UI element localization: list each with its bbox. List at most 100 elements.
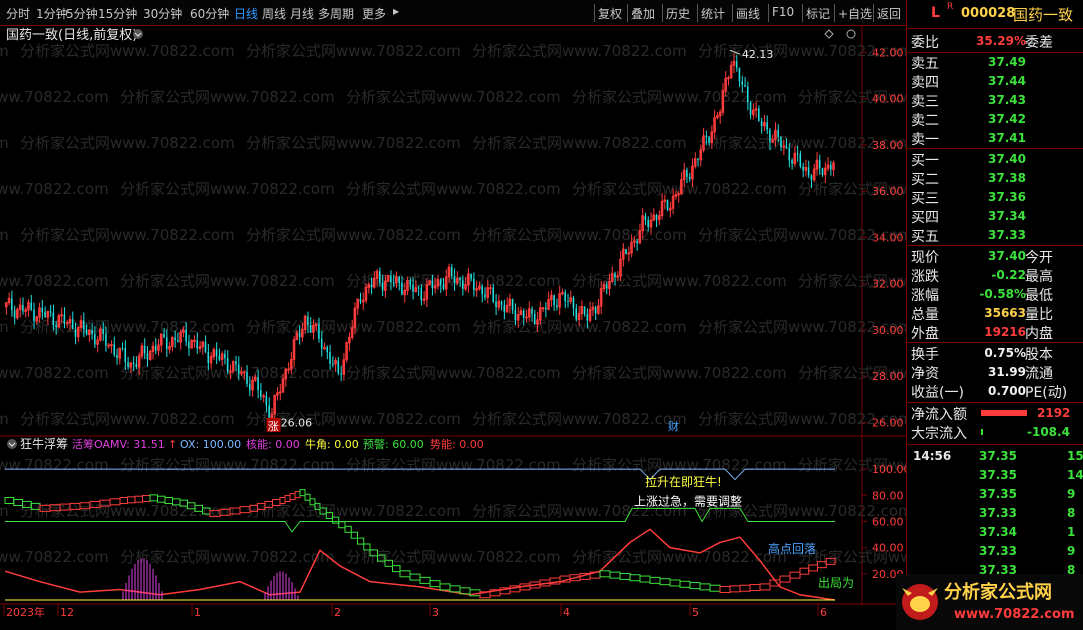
stat2-row-1: 净资 31.99 流通 <box>907 363 1083 382</box>
bid-row-2: 买二 37.38 <box>907 169 1083 188</box>
candle-body <box>132 362 135 365</box>
candle-body <box>459 278 461 281</box>
candle-body <box>116 354 118 359</box>
toolbar-button-0[interactable]: 复权 <box>598 5 622 22</box>
candle-body <box>769 129 771 143</box>
stat-row-3: 总量 35663 量比 <box>907 304 1083 323</box>
toolbar-button-5[interactable]: F10 <box>772 5 794 19</box>
candle-body <box>229 370 232 373</box>
watermark-text: 分析家公式网www.70822.com <box>572 364 787 382</box>
period-tab-10[interactable]: 更多 <box>362 5 386 22</box>
candle-body <box>594 307 597 314</box>
period-tab-7[interactable]: 周线 <box>262 5 286 22</box>
toolbar-button-4[interactable]: 画线 <box>736 5 760 22</box>
period-tab-6[interactable]: 日线 <box>234 5 258 22</box>
indicator-item-1: ↑ <box>168 438 177 451</box>
candle-body <box>545 307 547 310</box>
candle-body <box>567 301 569 303</box>
candle-body <box>688 176 691 179</box>
toolbar-separator <box>873 4 874 22</box>
candle-body <box>705 135 708 138</box>
divider <box>907 245 1083 246</box>
chart-area[interactable]: 分析家公式网www.70822.com 分析家公式网www.70822.com 分析… <box>0 26 906 630</box>
candle-body <box>177 340 179 343</box>
stat-row-3-label2: 量比 <box>1025 307 1053 323</box>
candle-body <box>71 319 74 330</box>
candle-body <box>541 307 545 310</box>
kline-chart-svg[interactable]: 分析家公式网www.70822.com 分析家公式网www.70822.com 分析… <box>0 26 906 630</box>
candle-body <box>522 310 525 318</box>
toolbar-separator <box>802 4 803 22</box>
bid-row-4-value: 37.34 <box>988 209 1026 223</box>
period-tab-9[interactable]: 多周期 <box>318 5 354 22</box>
candle-body <box>760 121 763 126</box>
watermark-text: 分析家公式网www.70822.com <box>472 410 687 428</box>
candle-body <box>237 364 240 374</box>
indicator-item-5: 预警: 60.00 <box>363 437 424 451</box>
period-tab-2[interactable]: 5分钟 <box>66 5 98 22</box>
bid-row-3: 买三 37.36 <box>907 188 1083 207</box>
candle-body <box>749 102 752 115</box>
candle-body <box>94 334 96 345</box>
toolbar-button-7[interactable]: +自选 <box>838 5 872 22</box>
chip-step <box>344 525 352 533</box>
bid-row-1-label: 买一 <box>911 153 939 169</box>
watermark-text: 分析家公式网www.70822.com <box>120 180 335 198</box>
period-tab-3[interactable]: 15分钟 <box>98 5 137 22</box>
chip-step <box>629 574 641 582</box>
flow-label: 净流入额 <box>911 407 967 423</box>
watermark-text: 分析家公式网www.70822.com <box>0 548 109 566</box>
price-tick-label: 28.00 <box>872 370 904 383</box>
indicator-item-6: 势能: 0.00 <box>430 437 484 451</box>
weicha-label: 委差 <box>1025 35 1053 51</box>
period-tab-8[interactable]: 月线 <box>290 5 314 22</box>
stat-row-1-label: 涨跌 <box>911 269 939 285</box>
toolbar-button-6[interactable]: 标记 <box>806 5 830 22</box>
diamond-icon <box>824 29 834 39</box>
more-arrow-icon[interactable]: ▸ <box>393 4 399 18</box>
chip-step <box>619 572 631 580</box>
candle-body <box>52 312 55 326</box>
bid-row-2-label: 买二 <box>911 172 939 188</box>
chip-step <box>729 585 741 593</box>
stat-row-3-value: 35663 <box>984 306 1026 320</box>
period-tab-5[interactable]: 60分钟 <box>190 5 229 22</box>
flow-row-0: 净流入额 2192 <box>907 404 1083 423</box>
tick-vol: 15 <box>1067 449 1083 463</box>
candle-body <box>185 329 187 342</box>
quote-panel: L R 000028 国药一致 委比 35.29% 委差 卖五 37.49 卖四 37… <box>906 0 1083 630</box>
indicator-item-0: 活筹OAMV: 31.51 <box>72 437 165 451</box>
period-tab-1[interactable]: 1分钟 <box>36 5 68 22</box>
toolbar-button-1[interactable]: 叠加 <box>631 5 655 22</box>
weibi-value: 35.29% <box>976 34 1026 48</box>
stat2-row-1-value: 31.99 <box>988 365 1026 379</box>
candle-body <box>807 167 810 176</box>
candle-body <box>744 85 746 87</box>
tick-vol: 9 <box>1067 487 1076 501</box>
chip-step <box>294 491 301 499</box>
indicator-item-3: 核能: 0.00 <box>246 437 300 451</box>
ask-row-1-value: 37.41 <box>988 131 1026 145</box>
toolbar-button-8[interactable]: 返回 <box>877 5 901 22</box>
period-tab-4[interactable]: 30分钟 <box>143 5 182 22</box>
watermark-text: 分析家公式网www.70822.com <box>346 456 561 474</box>
tick-row: 37.33 8 <box>907 504 1083 523</box>
candle-body <box>746 86 749 103</box>
candle-body <box>741 81 743 86</box>
candle-body <box>30 302 32 310</box>
divider <box>907 342 1083 343</box>
watermark-text: 分析家公式网www.70822.com <box>0 134 9 152</box>
candle-body <box>193 339 196 342</box>
candle-body <box>320 338 323 349</box>
toolbar-button-3[interactable]: 统计 <box>701 5 725 22</box>
candle-body <box>22 305 24 312</box>
indicator-tick-label: 100.00 <box>872 463 906 476</box>
candle-body <box>82 320 85 330</box>
toolbar-button-2[interactable]: 历史 <box>666 5 690 22</box>
candle-body <box>738 67 741 82</box>
chip-step <box>789 571 801 579</box>
period-tab-0[interactable]: 分时 <box>6 5 30 22</box>
price-tick-label: 34.00 <box>872 231 904 244</box>
candle-body <box>260 390 262 397</box>
ask-row-4: 卖四 37.44 <box>907 72 1083 91</box>
